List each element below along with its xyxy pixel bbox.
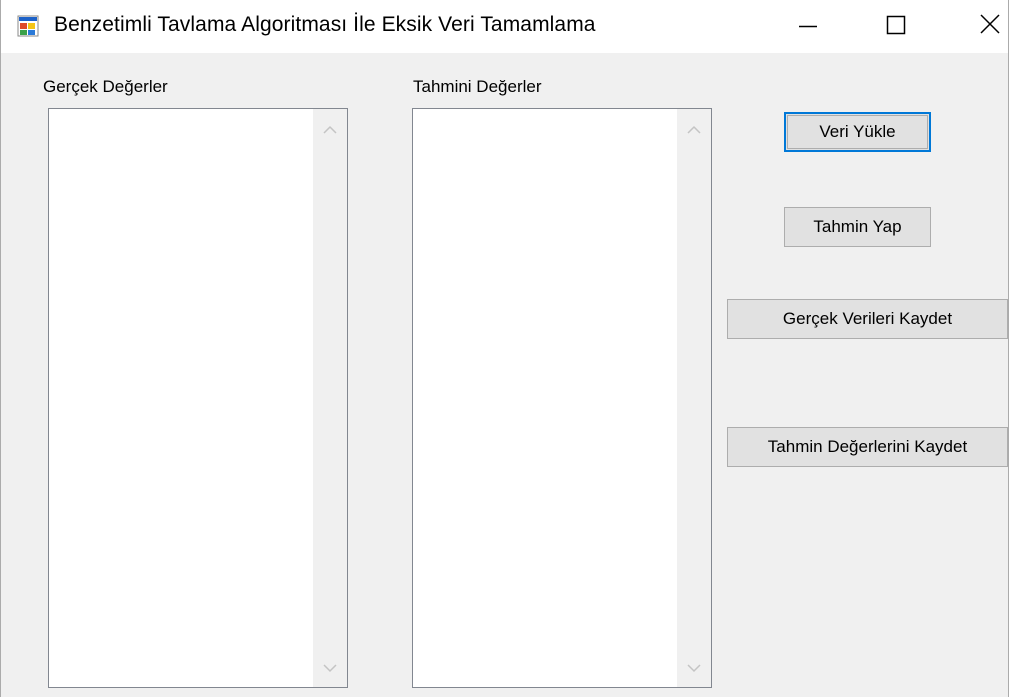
predicted-values-label: Tahmini Değerler: [413, 77, 542, 96]
chevron-down-icon: [687, 664, 701, 673]
scroll-down-button[interactable]: [313, 653, 347, 683]
maximize-icon: [886, 15, 906, 35]
scroll-up-button[interactable]: [677, 115, 711, 145]
load-data-button-label: Veri Yükle: [819, 122, 896, 141]
chevron-down-icon: [323, 664, 337, 673]
maximize-button[interactable]: [863, 0, 935, 53]
scroll-up-button[interactable]: [313, 115, 347, 145]
save-predicted-values-button[interactable]: Tahmin Değerlerini Kaydet: [727, 427, 1008, 467]
close-button[interactable]: [936, 0, 1008, 53]
chevron-up-icon: [323, 125, 337, 134]
load-data-button[interactable]: Veri Yükle: [784, 112, 931, 152]
close-icon: [980, 14, 1000, 34]
predict-button-label: Tahmin Yap: [813, 217, 902, 236]
save-predicted-values-button-label: Tahmin Değerlerini Kaydet: [767, 437, 968, 456]
predicted-values-listbox[interactable]: [412, 108, 712, 688]
minimize-button[interactable]: [777, 0, 849, 53]
predicted-values-scrollbar[interactable]: [677, 109, 711, 687]
predict-button[interactable]: Tahmin Yap: [784, 207, 931, 247]
window-title: Benzetimli Tavlama Algoritması İle Eksik…: [54, 13, 596, 36]
save-real-values-button-label: Gerçek Verileri Kaydet: [782, 309, 953, 328]
scroll-down-button[interactable]: [677, 653, 711, 683]
save-real-values-button[interactable]: Gerçek Verileri Kaydet: [727, 299, 1008, 339]
chevron-up-icon: [687, 125, 701, 134]
title-bar[interactable]: Benzetimli Tavlama Algoritması İle Eksik…: [1, 0, 1008, 53]
minimize-icon: [799, 25, 817, 28]
real-values-scrollbar[interactable]: [313, 109, 347, 687]
real-values-label: Gerçek Değerler: [43, 77, 168, 96]
form-app-icon[interactable]: [17, 15, 39, 37]
real-values-listbox[interactable]: [48, 108, 348, 688]
main-window: Benzetimli Tavlama Algoritması İle Eksik…: [0, 0, 1009, 697]
